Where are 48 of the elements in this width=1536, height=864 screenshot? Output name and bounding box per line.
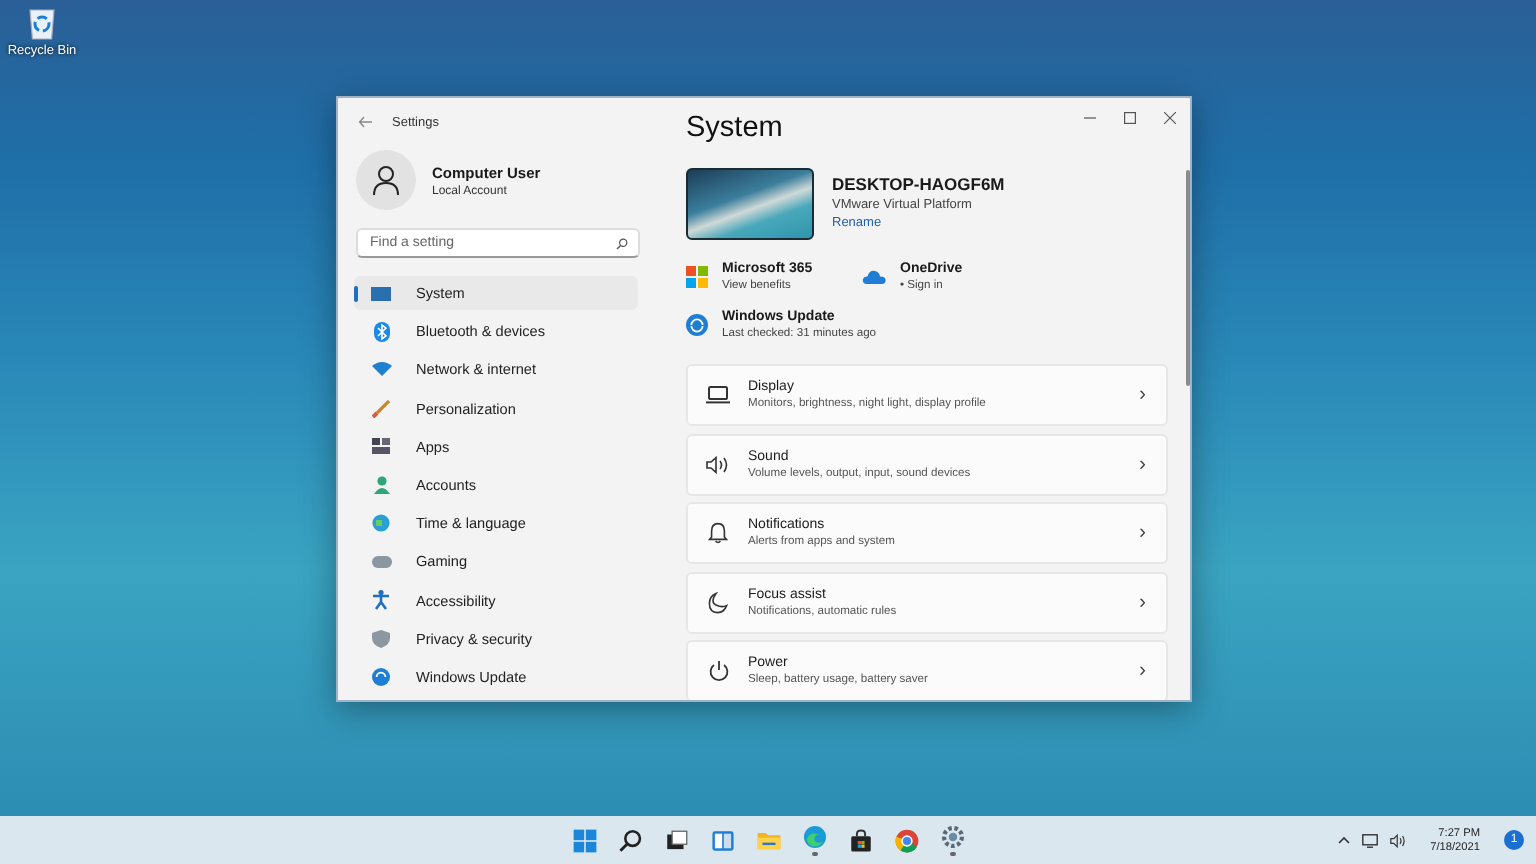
chevron-icon: › [1139,384,1146,406]
speaker-icon[interactable] [1390,833,1407,847]
monitor-icon [370,285,392,301]
moon-icon [708,591,728,613]
round-browser-icon[interactable] [893,827,919,853]
shield-icon [372,629,390,648]
bell-icon [708,522,728,544]
update-icon[interactable] [686,314,708,336]
page-title: System [686,110,783,146]
desktop-thumbnail [686,168,814,240]
maximize-icon[interactable] [1124,112,1136,124]
speaker-icon [706,455,730,473]
chevron-icon: › [1139,522,1146,544]
folder-icon[interactable] [755,827,781,853]
bluetooth-icon [373,321,389,342]
power-icon [707,660,729,682]
apps-icon [372,438,390,455]
widgets-icon[interactable] [709,827,735,853]
brush-icon [372,399,390,418]
gear-icon[interactable] [939,824,965,851]
person-icon [373,475,389,494]
gamepad-icon [371,555,391,568]
device-name: DESKTOP-HAOGF6M [832,174,1005,194]
update-icon [372,667,390,686]
laptop-icon [706,386,730,404]
search-icon [616,237,628,249]
recycle-bin-icon[interactable] [28,6,56,40]
network-monitor-icon[interactable] [1362,833,1379,847]
close-icon[interactable] [1164,112,1176,124]
scrollbar[interactable] [1186,170,1190,386]
chevron-icon: › [1139,591,1146,613]
accessibility-icon [372,590,390,610]
chevron-icon: › [1139,660,1146,682]
chevron-icon: › [1139,453,1146,475]
selection-indicator [354,286,358,302]
minimize-icon[interactable] [1084,112,1096,124]
search-icon[interactable] [617,827,643,853]
person-silhouette-icon [372,165,400,195]
shopping-bag-icon[interactable] [847,827,873,853]
four-squares-icon[interactable] [686,266,708,288]
chevron-up-icon[interactable] [1338,836,1351,844]
back-arrow-icon[interactable] [358,116,372,128]
wifi-icon [371,362,391,377]
browser-wave-icon[interactable] [801,824,827,851]
task-view-icon[interactable] [663,827,689,853]
cloud-icon[interactable] [862,270,886,284]
globe-icon [372,514,390,533]
windows-logo-icon[interactable] [571,827,597,853]
